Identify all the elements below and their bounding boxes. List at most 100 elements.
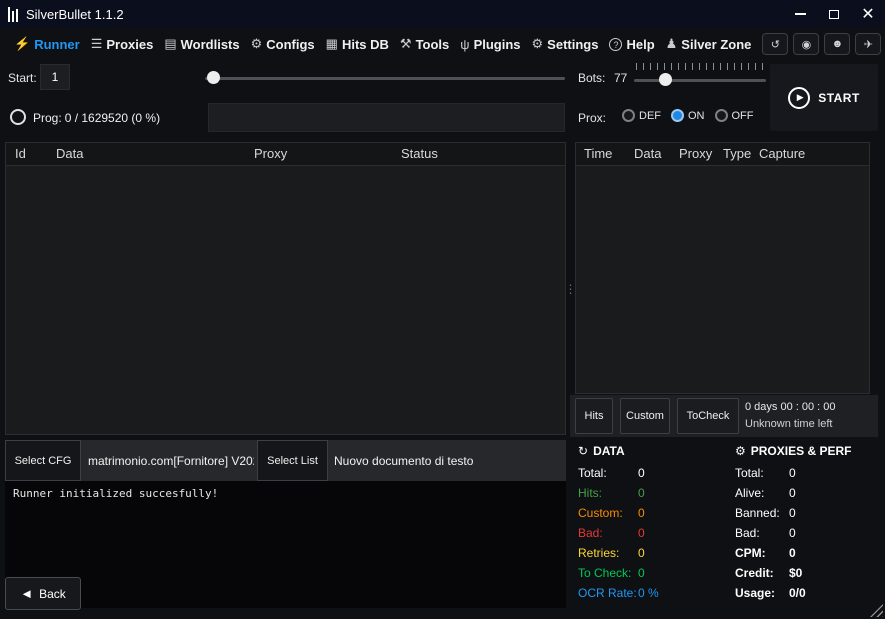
proxy-stat-credit: Credit:$0: [735, 567, 883, 580]
proxy-banned-value: 0: [789, 507, 796, 520]
select-list-button[interactable]: Select List: [257, 440, 328, 481]
col-id[interactable]: Id: [15, 146, 26, 161]
radio-def-icon: [622, 109, 635, 122]
proxy-alive-value: 0: [789, 487, 796, 500]
settings-gear-icon: ⚙: [532, 36, 544, 52]
stat-total: Total:0: [578, 467, 728, 480]
bots-slider-track[interactable]: [634, 79, 766, 82]
proxy-radio-def[interactable]: DEF: [622, 109, 661, 122]
credit-value: $0: [789, 567, 802, 580]
close-button[interactable]: ✕: [851, 0, 885, 28]
progress-label: Prog:: [33, 111, 62, 125]
proxy-radio-off[interactable]: OFF: [715, 109, 754, 122]
maximize-button[interactable]: [817, 0, 851, 28]
col-capture[interactable]: Capture: [759, 146, 805, 161]
cpm-label: CPM:: [735, 547, 789, 560]
start-slider[interactable]: [205, 70, 565, 86]
hits-table: Time Data Proxy Type Capture: [575, 142, 870, 394]
proxy-bad-value: 0: [789, 527, 796, 540]
radio-def-label: DEF: [639, 110, 661, 122]
bots-slider[interactable]: [634, 72, 766, 88]
log-line: Runner initialized succesfully!: [13, 487, 218, 500]
proxy-total-label: Total:: [735, 467, 789, 480]
col-data[interactable]: Data: [56, 146, 83, 161]
stat-tocheck-label: To Check:: [578, 567, 638, 580]
hits-table-header: Time Data Proxy Type Capture: [576, 143, 869, 166]
menubar-icon-buttons: ↺ ◉ ☻ ✈: [762, 33, 885, 55]
log-area[interactable]: Runner initialized succesfully! ▲ ▼: [5, 481, 566, 608]
bots-value: 77: [614, 71, 627, 85]
col-time[interactable]: Time: [584, 146, 612, 161]
menu-silver-zone[interactable]: ♟ Silver Zone: [666, 36, 752, 52]
col-type[interactable]: Type: [723, 146, 751, 161]
telegram-icon[interactable]: ✈: [855, 33, 881, 55]
proxy-stat-usage: Usage:0/0: [735, 587, 883, 600]
resize-grip[interactable]: [870, 604, 883, 617]
bots-label: Bots:: [578, 71, 605, 85]
menu-wordlists[interactable]: ▤ Wordlists: [164, 36, 239, 52]
usage-label: Usage:: [735, 587, 789, 600]
data-stats-title: DATA: [593, 444, 625, 458]
menu-settings[interactable]: ⚙ Settings: [532, 36, 599, 52]
start-slider-track[interactable]: [205, 77, 565, 80]
discord-icon[interactable]: ☻: [824, 33, 850, 55]
proxies-stats-title: PROXIES & PERF: [751, 444, 852, 458]
stat-ocr-rate: OCR Rate:0 %: [578, 587, 728, 600]
select-cfg-button[interactable]: Select CFG: [5, 440, 81, 481]
menu-plugins[interactable]: ψ Plugins: [460, 37, 520, 52]
col-status[interactable]: Status: [401, 146, 438, 161]
stat-tocheck: To Check:0: [578, 567, 728, 580]
stat-tocheck-value: 0: [638, 567, 645, 580]
stat-custom-label: Custom:: [578, 507, 638, 520]
selected-config-name: matrimonio.com[Fornitore] V202: [88, 454, 254, 468]
menu-wordlists-label: Wordlists: [181, 37, 240, 52]
help-question-icon: ?: [609, 38, 622, 51]
hits-db-icon: ▦: [326, 36, 338, 52]
progress-radio[interactable]: [10, 109, 26, 125]
menu-configs[interactable]: ⚙ Configs: [251, 36, 315, 52]
tab-hits[interactable]: Hits: [575, 398, 613, 434]
col-hits-data[interactable]: Data: [634, 146, 661, 161]
results-table-header: Id Data Proxy Status: [6, 143, 565, 166]
maximize-icon: [829, 10, 839, 19]
silver-zone-pin-icon: ♟: [666, 36, 678, 52]
menu-hits-db[interactable]: ▦ Hits DB: [326, 36, 389, 52]
tab-tocheck[interactable]: ToCheck: [677, 398, 739, 434]
progress-value: 0 / 1629520 (0 %): [65, 111, 160, 125]
stat-total-label: Total:: [578, 467, 638, 480]
menu-help[interactable]: ? Help: [609, 37, 654, 52]
proxy-radio-on[interactable]: ON: [671, 109, 705, 122]
start-slider-thumb[interactable]: [207, 71, 220, 84]
stat-bad-value: 0: [638, 527, 645, 540]
col-hits-proxy[interactable]: Proxy: [679, 146, 712, 161]
back-button[interactable]: ◄ Back: [5, 577, 81, 610]
tab-custom[interactable]: Custom: [620, 398, 670, 434]
bots-slider-thumb[interactable]: [659, 73, 672, 86]
menu-plugins-label: Plugins: [474, 37, 521, 52]
col-proxy[interactable]: Proxy: [254, 146, 287, 161]
wordlists-icon: ▤: [164, 36, 176, 52]
proxy-stat-bad: Bad:0: [735, 527, 883, 540]
results-table: Id Data Proxy Status: [5, 142, 566, 435]
tools-wrench-icon: ⚒: [400, 36, 412, 52]
hits-table-body[interactable]: [576, 165, 869, 393]
history-icon[interactable]: ↺: [762, 33, 788, 55]
minimize-button[interactable]: [783, 0, 817, 28]
table-splitter[interactable]: ⋮: [566, 142, 575, 435]
elapsed-time: 0 days 00 : 00 : 00: [745, 399, 836, 416]
camera-icon[interactable]: ◉: [793, 33, 819, 55]
configs-gear-icon: ⚙: [251, 36, 263, 52]
menu-proxies[interactable]: ☰ Proxies: [91, 36, 154, 52]
back-arrow-icon: ◄: [20, 586, 33, 601]
menu-tools[interactable]: ⚒ Tools: [400, 36, 449, 52]
start-button[interactable]: ▶ START: [770, 64, 878, 131]
window-title: SilverBullet 1.1.2: [26, 7, 124, 22]
start-input[interactable]: [40, 64, 70, 90]
back-button-label: Back: [39, 587, 66, 601]
current-data-field[interactable]: [208, 103, 565, 132]
menu-runner[interactable]: ⚡ Runner: [14, 36, 80, 52]
app-window: SilverBullet 1.1.2 ✕ ⚡ Runner ☰ Proxies …: [0, 0, 885, 619]
results-table-body[interactable]: [6, 165, 565, 434]
menubar: ⚡ Runner ☰ Proxies ▤ Wordlists ⚙ Configs…: [0, 28, 885, 60]
play-icon: ▶: [788, 87, 810, 109]
